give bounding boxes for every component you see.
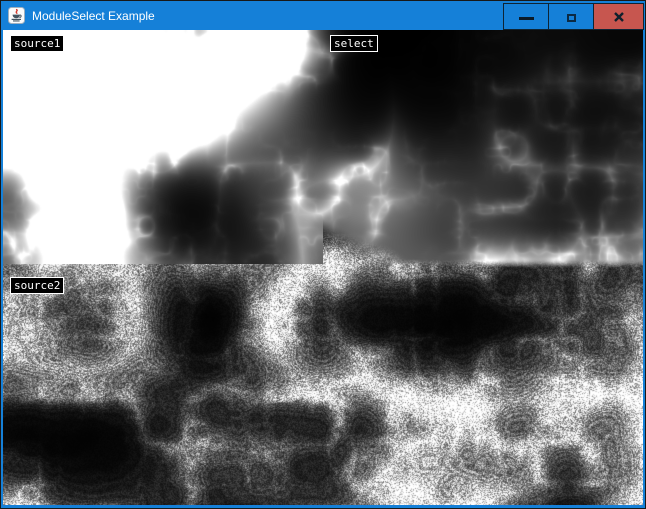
close-icon <box>613 11 625 23</box>
render-area: source1 select source2 <box>3 30 643 505</box>
close-button[interactable] <box>593 3 644 30</box>
maximize-icon <box>567 14 576 22</box>
window-controls <box>503 3 644 30</box>
maximize-button[interactable] <box>548 3 594 30</box>
java-coffee-cup-icon[interactable] <box>8 7 25 24</box>
minimize-button[interactable] <box>503 3 549 30</box>
window-title: ModuleSelect Example <box>32 9 155 23</box>
titlebar[interactable]: ModuleSelect Example <box>1 1 645 30</box>
label-source1: source1 <box>10 35 64 52</box>
label-select: select <box>330 35 378 52</box>
app-window: ModuleSelect Example source1 select sour… <box>0 0 646 509</box>
label-source2: source2 <box>10 277 64 294</box>
source1-preview-canvas <box>3 30 323 264</box>
source2-preview-canvas <box>3 271 323 505</box>
minimize-icon <box>519 17 534 20</box>
